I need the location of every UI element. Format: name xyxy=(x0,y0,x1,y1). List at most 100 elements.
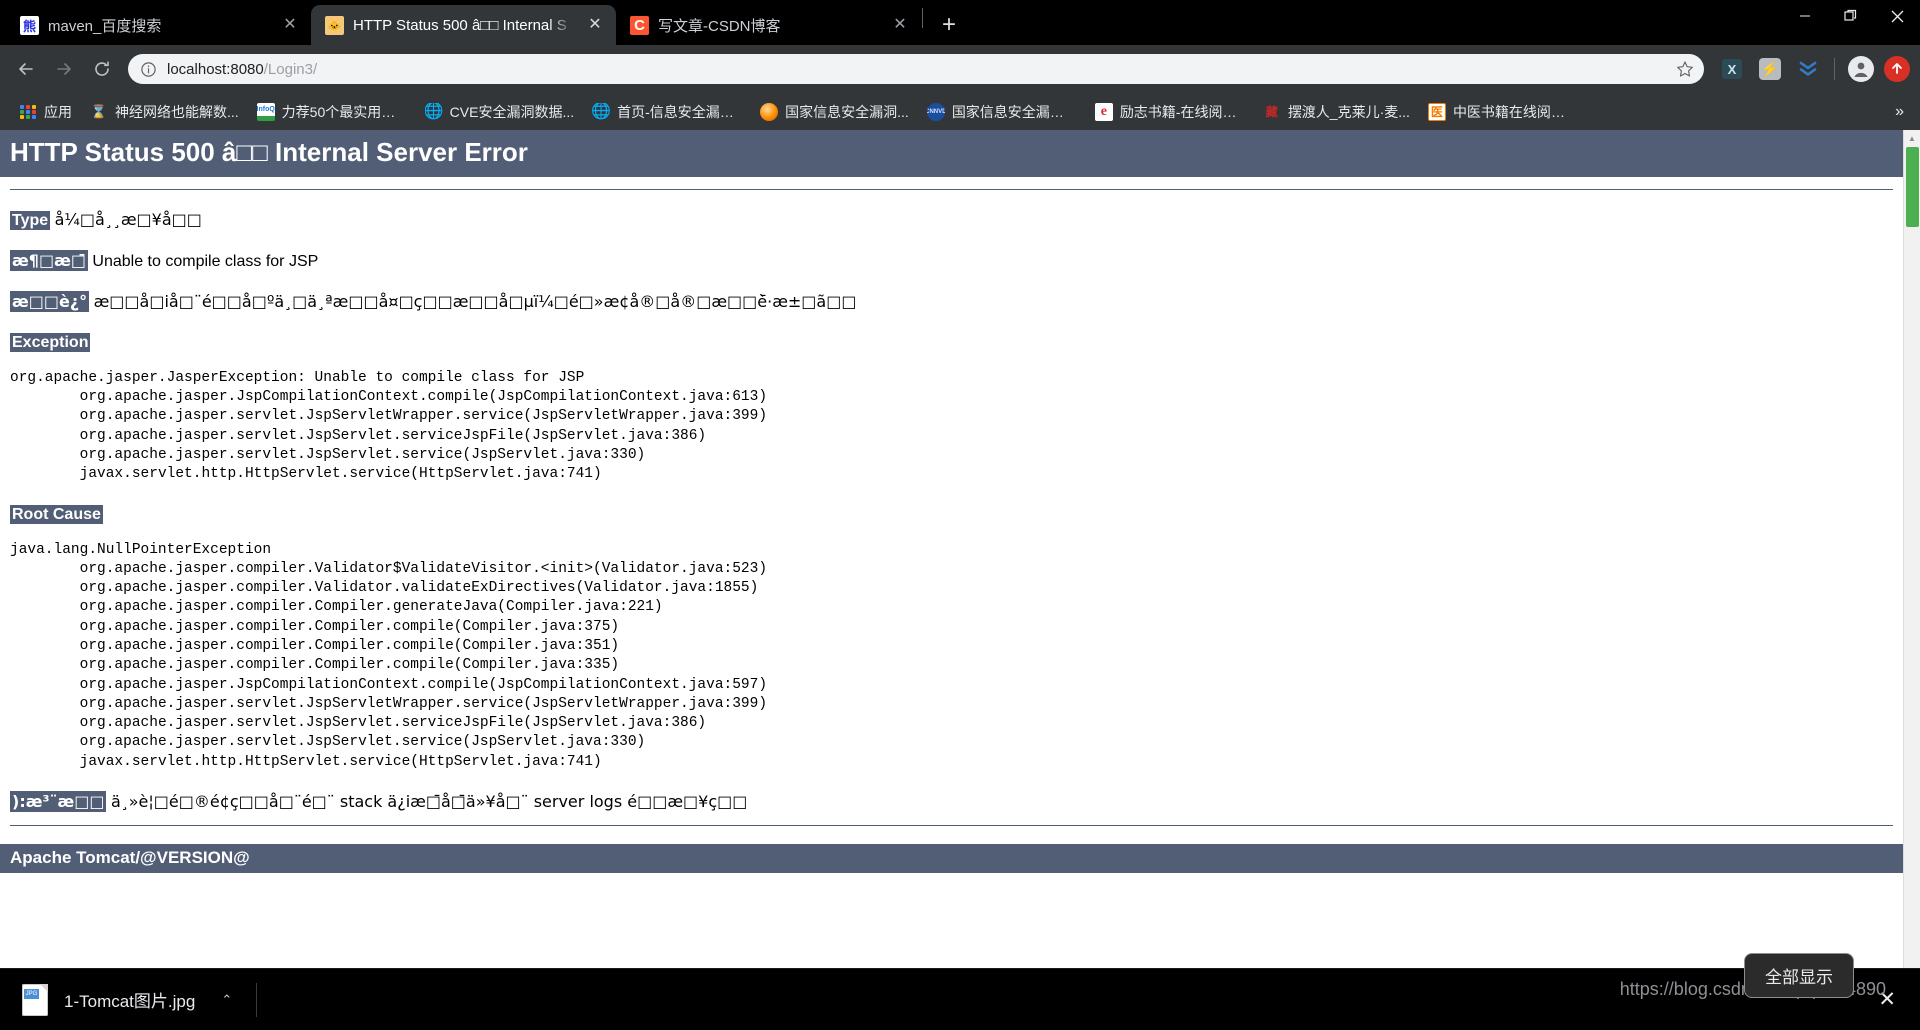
bookmark-label: 力荐50个最实用的... xyxy=(281,103,407,120)
browser-tab-2-active[interactable]: 🐱 HTTP Status 500 â□□ Internal S ✕ xyxy=(311,5,616,45)
url-path: /Login3/ xyxy=(263,60,318,78)
scrollbar-up-arrow[interactable]: ▲ xyxy=(1904,130,1920,147)
red-e-icon: e xyxy=(1094,102,1113,121)
yi-icon: 医 xyxy=(1427,102,1446,121)
root-cause-heading-row: Root Cause xyxy=(10,504,1893,525)
bookmark-star-icon[interactable] xyxy=(1672,60,1698,78)
tab-close-icon[interactable]: ✕ xyxy=(584,14,606,36)
bookmark-infoq[interactable]: InfoQ 力荐50个最实用的... xyxy=(248,98,416,126)
error-description-row: æ□□è¿° æ□□å□iå□¨é□□å□ºä¸□ä¸ªæ□□å¤□ç□□æ□□… xyxy=(10,290,1893,313)
bookmark-cnnvd[interactable]: CNNVD 国家信息安全漏洞库 xyxy=(918,98,1086,126)
minimize-button[interactable] xyxy=(1782,0,1828,32)
error-description-value: æ□□å□iå□¨é□□å□ºä¸□ä¸ªæ□□å¤□ç□□æ□□å□µï¼□é… xyxy=(93,291,857,311)
exception-heading-row: Exception xyxy=(10,332,1893,353)
show-all-downloads-button[interactable]: 全部显示 xyxy=(1744,953,1854,998)
x-extension-icon[interactable]: X xyxy=(1717,54,1747,84)
error-details: Type å¼□å¸¸æ□¥å□□ æ¶□æ□̄ Unable to compi… xyxy=(0,188,1903,826)
bookmark-inspirational-books[interactable]: e 励志书籍-在线阅读... xyxy=(1086,98,1254,126)
browser-toolbar: localhost:8080/Login3/ X ⚡ xyxy=(0,45,1920,93)
error-message-row: æ¶□æ□̄ Unable to compile class for JSP xyxy=(10,249,1893,272)
baidu-favicon: 熊 xyxy=(20,15,39,35)
root-cause-label: Root Cause xyxy=(10,504,103,524)
divider xyxy=(10,188,1893,190)
note-row: ):æ³¨æ□□ ä¸»è¦□é□®é¢ç□□å□¨é□¨ stack ä¿iæ… xyxy=(10,790,1893,813)
maximize-restore-button[interactable] xyxy=(1828,0,1874,32)
new-tab-button[interactable]: + xyxy=(932,8,966,42)
browser-window: 熊 maven_百度搜索 ✕ 🐱 HTTP Status 500 â□□ Int… xyxy=(0,0,1920,1030)
cnnvd-icon: CNNVD xyxy=(926,102,945,121)
infoq-icon: InfoQ xyxy=(256,102,275,121)
bookmarks-overflow-button[interactable]: » xyxy=(1887,101,1912,123)
bookmark-label: 国家信息安全漏洞库 xyxy=(951,103,1077,120)
browser-tab-3[interactable]: C 写文章-CSDN博客 ✕ xyxy=(616,5,921,45)
reload-button[interactable] xyxy=(84,51,120,87)
note-label: ):æ³¨æ□□ xyxy=(10,790,107,812)
chevron-up-icon[interactable]: ⌃ xyxy=(211,992,242,1008)
tomcat-error-page: HTTP Status 500 â□□ Internal Server Erro… xyxy=(0,130,1903,968)
double-chevron-down-extension-icon[interactable] xyxy=(1793,54,1823,84)
download-shelf: JPG 1-Tomcat图片.jpg ⌃ https://blog.csdn.n… xyxy=(0,953,1920,1030)
globe-icon: 🌐 xyxy=(424,102,443,120)
bookmark-neural-network[interactable]: ⌛ 神经网络也能解数... xyxy=(81,98,248,126)
error-message-value: Unable to compile class for JSP xyxy=(92,252,319,270)
download-item[interactable]: JPG 1-Tomcat图片.jpg ⌃ xyxy=(14,978,250,1022)
page-scrollbar[interactable]: ▲ xyxy=(1903,130,1920,968)
error-message-label: æ¶□æ□̄ xyxy=(10,249,88,271)
jpg-file-icon: JPG xyxy=(22,983,48,1016)
note-value: ä¸»è¦□é□®é¢ç□□å□¨é□¨ stack ä¿iæ□̄å□̄ä»¥å… xyxy=(110,791,748,811)
error-description-label: æ□□è¿° xyxy=(10,290,90,312)
tomcat-favicon: 🐱 xyxy=(325,15,344,35)
bookmark-tcm-books[interactable]: 医 中医书籍在线阅读,... xyxy=(1419,98,1587,126)
address-bar[interactable]: localhost:8080/Login3/ xyxy=(128,54,1704,84)
forward-button[interactable] xyxy=(46,51,82,87)
globe-icon: 🌐 xyxy=(592,102,611,120)
file-badge: JPG xyxy=(24,988,39,999)
lightning-extension-icon[interactable]: ⚡ xyxy=(1755,54,1785,84)
back-button[interactable] xyxy=(8,51,44,87)
bookmark-label: 首页-信息安全漏洞... xyxy=(617,103,743,120)
upload-arrow-icon[interactable] xyxy=(1884,56,1910,82)
close-window-button[interactable] xyxy=(1874,0,1920,32)
tab-title: maven_百度搜索 xyxy=(48,17,162,35)
shelf-right-controls: https://blog.csdn.net/opq1314890 全部显示 ✕ xyxy=(1620,953,1906,1012)
error-type-value: å¼□å¸¸æ□¥å□□ xyxy=(54,209,202,229)
bookmarks-bar: 应用 ⌛ 神经网络也能解数... InfoQ 力荐50个最实用的... 🌐 CV… xyxy=(0,93,1920,130)
bookmark-label: 励志书籍-在线阅读... xyxy=(1119,103,1245,120)
scrollbar-thumb[interactable] xyxy=(1906,147,1919,227)
exception-stack-trace: org.apache.jasper.JasperException: Unabl… xyxy=(10,369,768,483)
csdn-favicon: C xyxy=(630,15,649,35)
info-circle-icon[interactable] xyxy=(140,61,157,78)
root-cause-stack-trace: java.lang.NullPointerException org.apach… xyxy=(10,541,768,770)
tab-close-icon[interactable]: ✕ xyxy=(279,14,301,36)
tab-title: HTTP Status 500 â□□ Internal S xyxy=(353,16,567,34)
bookmark-label: CVE安全漏洞数据... xyxy=(449,103,575,120)
orange-orb-icon xyxy=(760,102,779,121)
page-title: HTTP Status 500 â□□ Internal Server Erro… xyxy=(0,130,1903,177)
url-text[interactable]: localhost:8080/Login3/ xyxy=(167,61,1662,78)
divider xyxy=(10,824,1893,826)
bookmark-ferryman[interactable]: 藏 摆渡人_克莱儿·麦... xyxy=(1254,98,1419,126)
shelf-divider xyxy=(256,982,258,1017)
download-filename: 1-Tomcat图片.jpg xyxy=(64,992,196,1011)
exception-label: Exception xyxy=(10,332,91,352)
close-shelf-icon[interactable]: ✕ xyxy=(1868,987,1906,1012)
browser-tab-1[interactable]: 熊 maven_百度搜索 ✕ xyxy=(6,5,311,45)
apps-grid-icon xyxy=(19,103,37,121)
error-type-label: Type xyxy=(10,210,51,230)
window-controls xyxy=(1782,0,1920,45)
toolbar-divider xyxy=(1834,58,1835,80)
url-host: localhost:8080 xyxy=(167,60,264,78)
page-viewport: HTTP Status 500 â□□ Internal Server Erro… xyxy=(0,130,1920,968)
tomcat-version-footer: Apache Tomcat/@VERSION@ xyxy=(0,843,1903,873)
bookmark-label: 摆渡人_克莱儿·麦... xyxy=(1287,103,1410,120)
tab-title: 写文章-CSDN博客 xyxy=(658,17,781,35)
bookmark-national-secvuln[interactable]: 国家信息安全漏洞... xyxy=(751,98,918,126)
bookmark-homepage-secvuln[interactable]: 🌐 首页-信息安全漏洞... xyxy=(583,98,751,126)
bookmark-cve[interactable]: 🌐 CVE安全漏洞数据... xyxy=(416,98,583,126)
footer-wrap: Apache Tomcat/@VERSION@ xyxy=(0,843,1903,873)
profile-avatar-icon[interactable] xyxy=(1848,56,1874,82)
tab-divider xyxy=(922,8,923,28)
tab-strip: 熊 maven_百度搜索 ✕ 🐱 HTTP Status 500 â□□ Int… xyxy=(0,0,1920,45)
tab-close-icon[interactable]: ✕ xyxy=(889,14,911,36)
bookmark-apps[interactable]: 应用 xyxy=(10,98,81,126)
